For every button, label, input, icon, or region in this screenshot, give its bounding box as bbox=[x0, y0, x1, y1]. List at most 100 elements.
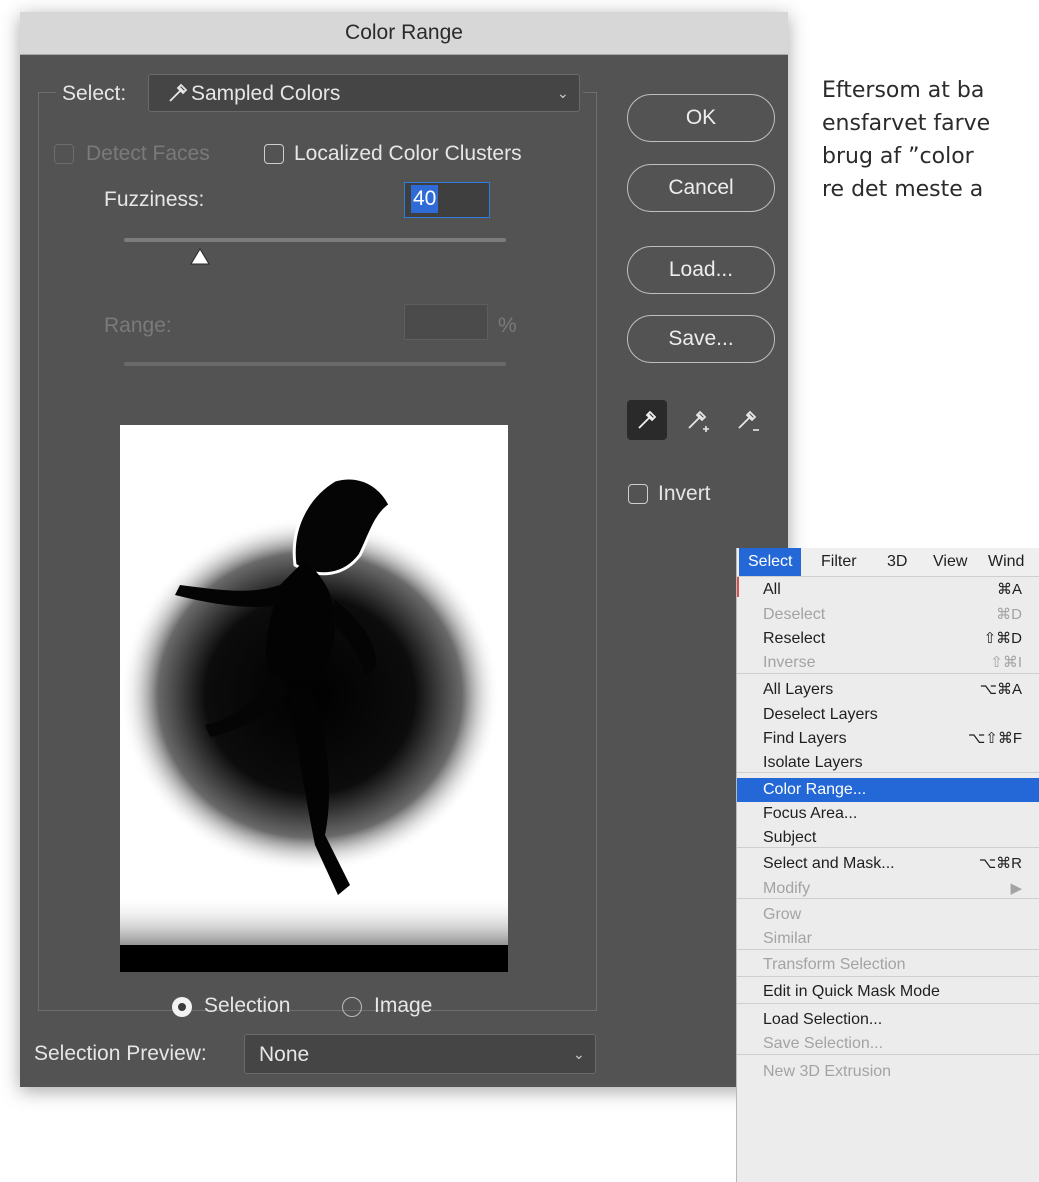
menu-item[interactable]: All ⌘A bbox=[737, 578, 1039, 602]
side-line: Eftersom at ba bbox=[822, 78, 985, 103]
menu-item-label: Focus Area... bbox=[763, 805, 858, 822]
side-line: brug af ”color bbox=[822, 144, 974, 169]
side-paragraph: Eftersom at ba ensfarvet farve brug af ”… bbox=[822, 74, 1039, 206]
invert-label: Invert bbox=[658, 482, 711, 505]
load-button[interactable]: Load... bbox=[627, 246, 775, 294]
menu-item: New 3D Extrusion bbox=[737, 1060, 1039, 1084]
menu-item-label: Color Range... bbox=[763, 781, 867, 798]
localized-clusters-checkbox[interactable] bbox=[264, 144, 284, 164]
fuzziness-slider-track[interactable] bbox=[124, 238, 506, 242]
fuzziness-slider-thumb[interactable] bbox=[190, 248, 211, 271]
menu-item-shortcut: ⌘A bbox=[996, 581, 1022, 598]
menu-item-shortcut: ⌘D bbox=[996, 606, 1022, 623]
invert-checkbox[interactable] bbox=[628, 484, 648, 504]
menu-item: Inverse ⇧⌘I bbox=[737, 651, 1039, 675]
chevron-down-icon: ⌄ bbox=[573, 1046, 585, 1062]
radio-selection-label: Selection bbox=[204, 994, 291, 1017]
group-frame-right bbox=[596, 92, 597, 1010]
menu-item-label: New 3D Extrusion bbox=[763, 1063, 892, 1080]
selection-preview-image bbox=[120, 425, 508, 972]
menu-item: Save Selection... bbox=[737, 1032, 1039, 1056]
radio-image-label: Image bbox=[374, 994, 433, 1017]
chevron-down-icon: ⌄ bbox=[557, 85, 569, 101]
eyedropper-icon bbox=[636, 409, 658, 436]
menu-item-label: Load Selection... bbox=[763, 1011, 883, 1028]
menu-item[interactable]: Edit in Quick Mask Mode bbox=[737, 980, 1039, 1004]
range-unit: % bbox=[498, 314, 517, 337]
ok-button[interactable]: OK bbox=[627, 94, 775, 142]
eyedropper-icon bbox=[167, 82, 189, 109]
menu-item[interactable]: All Layers ⌥⌘A bbox=[737, 678, 1039, 702]
range-label: Range: bbox=[104, 314, 172, 337]
detect-faces-checkbox[interactable] bbox=[54, 144, 74, 164]
menu-bar-window[interactable]: Wind bbox=[988, 548, 1024, 576]
radio-selection[interactable] bbox=[172, 997, 192, 1017]
menu-item-label: Similar bbox=[763, 930, 812, 947]
selection-preview-dropdown[interactable]: None ⌄ bbox=[244, 1034, 596, 1074]
menu-item[interactable]: Load Selection... bbox=[737, 1008, 1039, 1032]
group-frame-top-left bbox=[38, 92, 56, 93]
menu-item-label: Grow bbox=[763, 906, 802, 923]
menu-item[interactable]: Reselect ⇧⌘D bbox=[737, 627, 1039, 651]
menu-item-label: Save Selection... bbox=[763, 1035, 884, 1052]
fuzziness-label: Fuzziness: bbox=[104, 188, 205, 211]
menu-item-shortcut: ⌥⌘A bbox=[979, 681, 1022, 698]
menu-separator bbox=[737, 976, 1039, 977]
selection-preview-label: Selection Preview: bbox=[34, 1042, 207, 1065]
menu-item[interactable]: Focus Area... bbox=[737, 802, 1039, 826]
menu-bar-view[interactable]: View bbox=[933, 548, 967, 576]
save-button[interactable]: Save... bbox=[627, 315, 775, 363]
cancel-button[interactable]: Cancel bbox=[627, 164, 775, 212]
color-range-dialog: Color Range Select: Sampled Colors ⌄ Det… bbox=[20, 12, 788, 1087]
menu-item[interactable]: Color Range... bbox=[737, 778, 1039, 802]
fuzziness-input[interactable]: 40 bbox=[404, 182, 490, 218]
menu-item[interactable]: Select and Mask... ⌥⌘R bbox=[737, 852, 1039, 876]
menu-bar-3d[interactable]: 3D bbox=[887, 548, 907, 576]
menu-item-label: Find Layers bbox=[763, 730, 847, 747]
detect-faces-label: Detect Faces bbox=[86, 142, 210, 165]
menu-bar: Select Filter 3D View Wind bbox=[737, 548, 1039, 577]
subtract-from-sample-button[interactable] bbox=[727, 400, 767, 440]
menu-item-label: Edit in Quick Mask Mode bbox=[763, 983, 940, 1000]
menu-separator bbox=[737, 673, 1039, 674]
menu-separator bbox=[737, 898, 1039, 899]
menu-item-label: Select and Mask... bbox=[763, 855, 895, 872]
menu-separator bbox=[737, 847, 1039, 848]
menu-item-shortcut: ⌥⌘R bbox=[978, 855, 1022, 872]
range-input bbox=[404, 304, 488, 340]
menu-item: Similar bbox=[737, 927, 1039, 951]
menu-separator bbox=[737, 1003, 1039, 1004]
eyedropper-button[interactable] bbox=[627, 400, 667, 440]
eyedropper-plus-icon bbox=[686, 409, 712, 440]
localized-clusters-label: Localized Color Clusters bbox=[294, 142, 522, 165]
group-frame-bottom bbox=[38, 1010, 597, 1011]
radio-image[interactable] bbox=[342, 997, 362, 1017]
menu-item[interactable]: Deselect Layers bbox=[737, 703, 1039, 727]
menu-item-shortcut: ⌥⇧⌘F bbox=[967, 730, 1022, 747]
select-label: Select: bbox=[62, 82, 127, 105]
menu-item-label: Deselect Layers bbox=[763, 706, 878, 723]
menu-item: Transform Selection bbox=[737, 953, 1039, 977]
menu-item-label: All bbox=[763, 581, 781, 598]
menu-item-label: Deselect bbox=[763, 606, 826, 623]
range-slider-track bbox=[124, 362, 506, 366]
add-to-sample-button[interactable] bbox=[677, 400, 717, 440]
menu-bar-filter[interactable]: Filter bbox=[821, 548, 857, 576]
menu-item: Deselect ⌘D bbox=[737, 603, 1039, 627]
select-value: Sampled Colors bbox=[191, 82, 341, 105]
menu-separator bbox=[737, 949, 1039, 950]
side-line: re det meste a bbox=[822, 177, 984, 202]
dialog-title: Color Range bbox=[345, 21, 463, 44]
title-bar: Color Range bbox=[20, 12, 788, 55]
menu-item[interactable]: Find Layers ⌥⇧⌘F bbox=[737, 727, 1039, 751]
selection-preview-value: None bbox=[259, 1043, 310, 1066]
menu-item-label: Inverse bbox=[763, 654, 816, 671]
menu-bar-select[interactable]: Select bbox=[739, 548, 802, 576]
menu-item-label: Reselect bbox=[763, 630, 826, 647]
group-frame-top-right bbox=[583, 92, 597, 93]
select-dropdown[interactable]: Sampled Colors ⌄ bbox=[148, 74, 580, 112]
menu-item-label: All Layers bbox=[763, 681, 834, 698]
menu-item-shortcut: ⇧⌘I bbox=[990, 654, 1022, 671]
menu-separator bbox=[737, 1054, 1039, 1055]
menu-item-shortcut: ⇧⌘D bbox=[983, 630, 1022, 647]
